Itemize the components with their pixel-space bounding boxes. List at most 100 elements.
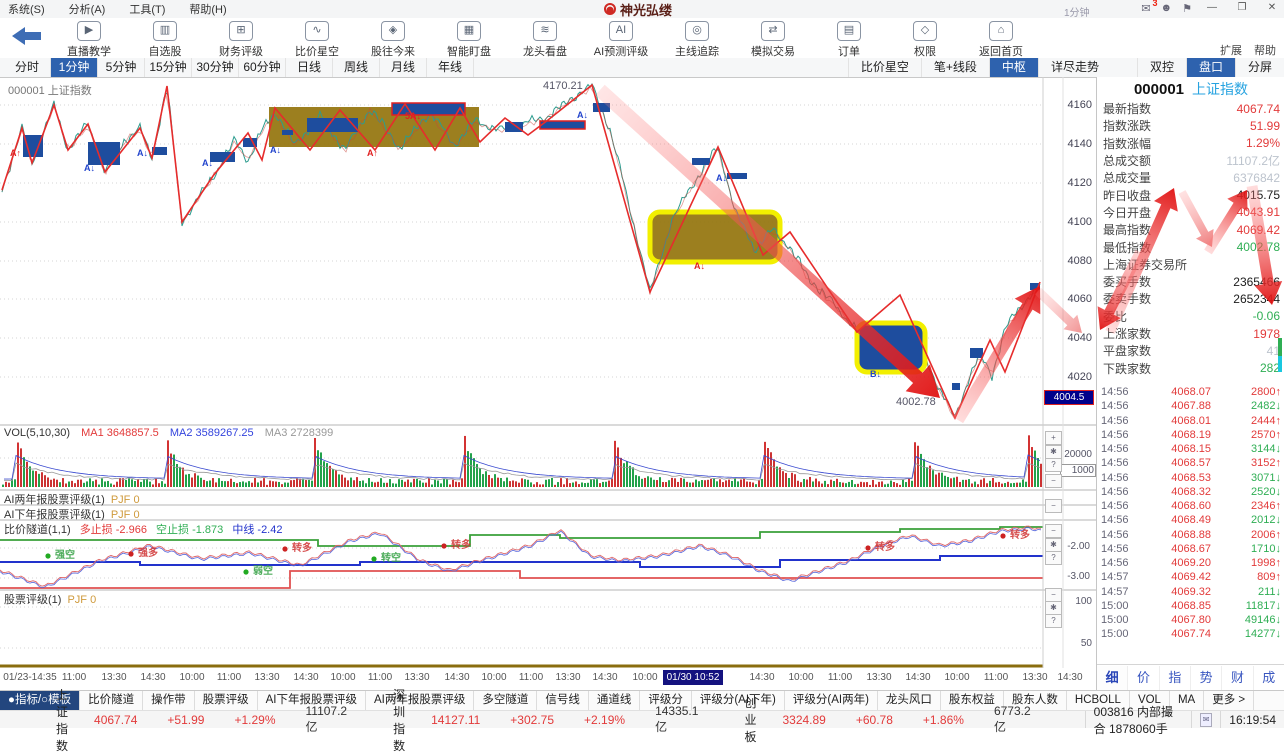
period-tab-年线[interactable]: 年线 [427, 58, 474, 77]
panel-ctrl-help-icon-2[interactable]: ? [1045, 458, 1062, 472]
view-tab-比价星空[interactable]: 比价星空 [848, 58, 921, 77]
toolbar-button-8[interactable]: ◎主线追踪 [666, 20, 728, 59]
trade-time: 15:00 [1101, 628, 1139, 640]
toolbar-link-1[interactable]: 帮助 [1254, 42, 1276, 58]
toolbar-link-0[interactable]: 扩展 [1220, 42, 1242, 58]
quote-row-5: 昨日收盘4015.75 [1103, 186, 1280, 203]
period-tab-5分钟[interactable]: 5分钟 [98, 58, 145, 77]
panel-tab-分屏[interactable]: 分屏 [1235, 58, 1284, 77]
toolbar-label-7: AI预测评级 [594, 43, 648, 59]
toolbar-button-11[interactable]: ◇权限 [894, 20, 956, 59]
panel-ctrl-collapse-icon-8[interactable]: − [1045, 588, 1062, 602]
trade-tape[interactable]: 14:564068.072800↑14:564067.882482↓14:564… [1101, 385, 1281, 642]
view-tab-详尽走势[interactable]: 详尽走势 [1038, 58, 1111, 77]
panel-ctrl-collapse-icon-3[interactable]: − [1045, 474, 1062, 488]
period-tab-月线[interactable]: 月线 [380, 58, 427, 77]
trade-time: 14:56 [1101, 472, 1139, 484]
quote-row-label: 委比 [1103, 308, 1127, 325]
mail-icon[interactable]: ✉3 [1141, 2, 1150, 15]
trade-row-13: 14:574069.42809↑ [1101, 570, 1281, 584]
trade-volume: 2482↓ [1211, 400, 1281, 412]
panel-ctrl-collapse-icon-5[interactable]: − [1045, 524, 1062, 538]
toolbar-button-0[interactable]: ▶直播教学 [58, 20, 120, 59]
quote-row-label: 下跌家数 [1103, 360, 1151, 377]
toolbar-button-12[interactable]: ⌂返回首页 [970, 20, 1032, 59]
mini-tab-指[interactable]: 指 [1160, 666, 1191, 690]
period-tab-bar: 分时1分钟5分钟15分钟30分钟60分钟日线周线月线年线 比价星空笔+线段中枢详… [0, 58, 1284, 78]
panel-ctrl-settings-icon-1[interactable]: ✱ [1045, 445, 1062, 459]
quote-row-10: 委买手数2365466 [1103, 273, 1280, 290]
x-label-10: 13:30 [395, 672, 439, 683]
back-button[interactable] [12, 26, 42, 46]
toolbar-button-2[interactable]: ⊞财务评级 [210, 20, 272, 59]
panel-ctrl-settings-icon-9[interactable]: ✱ [1045, 601, 1062, 615]
toolbar-label-4: 股往今来 [371, 43, 415, 59]
mini-tab-价[interactable]: 价 [1128, 666, 1159, 690]
period-tab-60分钟[interactable]: 60分钟 [239, 58, 286, 77]
panel-ctrl-add-icon-0[interactable]: + [1045, 431, 1062, 445]
close-button[interactable]: ✕ [1262, 1, 1282, 15]
minimize-button[interactable]: — [1202, 1, 1222, 15]
trade-price: 4068.88 [1139, 529, 1211, 541]
updown-bar-cyan [1278, 356, 1282, 372]
sim-trade-icon: ⇄ [761, 21, 785, 41]
toolbar-button-7[interactable]: AIAI预测评级 [590, 20, 652, 59]
mini-tab-成[interactable]: 成 [1254, 666, 1284, 690]
trade-volume: 11817↓ [1211, 600, 1281, 612]
quote-row-12: 委比-0.06 [1103, 308, 1280, 325]
watchlist-icon: ▥ [153, 21, 177, 41]
main-chart[interactable] [0, 77, 1096, 668]
panel-ctrl-help-icon-7[interactable]: ? [1045, 551, 1062, 565]
trade-row-4: 14:564068.153144↓ [1101, 442, 1281, 456]
x-label-3: 14:30 [131, 672, 175, 683]
trade-volume: 3144↓ [1211, 443, 1281, 455]
quote-row-label: 上海证券交易所 [1103, 256, 1187, 273]
mini-tab-财[interactable]: 财 [1222, 666, 1253, 690]
panel-ctrl-collapse-icon-4[interactable]: − [1045, 499, 1062, 513]
trade-time: 15:00 [1101, 600, 1139, 612]
panel-ctrl-settings-icon-6[interactable]: ✱ [1045, 538, 1062, 552]
indicator-tab-18[interactable]: 更多 > [1204, 691, 1254, 711]
status-mail-icon[interactable]: ✉ [1200, 713, 1212, 727]
toolbar-button-10[interactable]: ▤订单 [818, 20, 880, 59]
period-tab-日线[interactable]: 日线 [286, 58, 333, 77]
view-tab-笔+线段[interactable]: 笔+线段 [921, 58, 989, 77]
user-icon[interactable]: ☻ [1161, 2, 1173, 14]
menu-item-1[interactable]: 分析(A) [69, 4, 106, 16]
toolbar-button-4[interactable]: ◈股往今来 [362, 20, 424, 59]
x-label-6: 13:30 [245, 672, 289, 683]
index-price: 4067.74 [94, 713, 137, 727]
mail-badge: 3 [1153, 0, 1158, 8]
logo-text: 神光弘缕 [620, 0, 672, 19]
period-tab-周线[interactable]: 周线 [333, 58, 380, 77]
toolbar-button-3[interactable]: ∿比价星空 [286, 20, 348, 59]
trade-row-3: 14:564068.192570↑ [1101, 428, 1281, 442]
trade-time: 14:56 [1101, 514, 1139, 526]
toolbar-button-5[interactable]: ▦智能盯盘 [438, 20, 500, 59]
mini-tab-细[interactable]: 细 [1097, 666, 1128, 690]
panel-ctrl-help-icon-10[interactable]: ? [1045, 614, 1062, 628]
toolbar: ▶直播教学 ▥自选股 ⊞财务评级 ∿比价星空 ◈股往今来 ▦智能盯盘 ≋龙头看盘 AIAI预测… [0, 18, 1284, 59]
menu-item-2[interactable]: 工具(T) [129, 4, 165, 16]
period-tab-15分钟[interactable]: 15分钟 [145, 58, 192, 77]
panel-tab-双控[interactable]: 双控 [1137, 58, 1186, 77]
mini-tab-势[interactable]: 势 [1191, 666, 1222, 690]
panel-tab-盘口[interactable]: 盘口 [1186, 58, 1235, 77]
toolbar-button-1[interactable]: ▥自选股 [134, 20, 196, 59]
toolbar-button-9[interactable]: ⇄ 模拟交易 [742, 20, 804, 59]
quote-row-label: 今日开盘 [1103, 204, 1151, 221]
menu-item-3[interactable]: 帮助(H) [189, 4, 226, 16]
period-tab-30分钟[interactable]: 30分钟 [192, 58, 239, 77]
quote-header: 000001上证指数 [1097, 79, 1284, 99]
index-name: 创业板 [744, 694, 756, 745]
toolbar-button-6[interactable]: ≋龙头看盘 [514, 20, 576, 59]
trade-volume: 2346↑ [1211, 500, 1281, 512]
view-tab-中枢[interactable]: 中枢 [989, 58, 1038, 77]
theme-icon[interactable]: ⚑ [1182, 2, 1192, 15]
menu-item-0[interactable]: 系统(S) [8, 4, 45, 16]
period-tab-1分钟[interactable]: 1分钟 [51, 58, 98, 77]
maximize-button[interactable]: ❐ [1232, 1, 1252, 15]
toolbar-label-9: 模拟交易 [751, 43, 795, 59]
period-tab-分时[interactable]: 分时 [4, 58, 51, 77]
trade-price: 4068.57 [1139, 457, 1211, 469]
